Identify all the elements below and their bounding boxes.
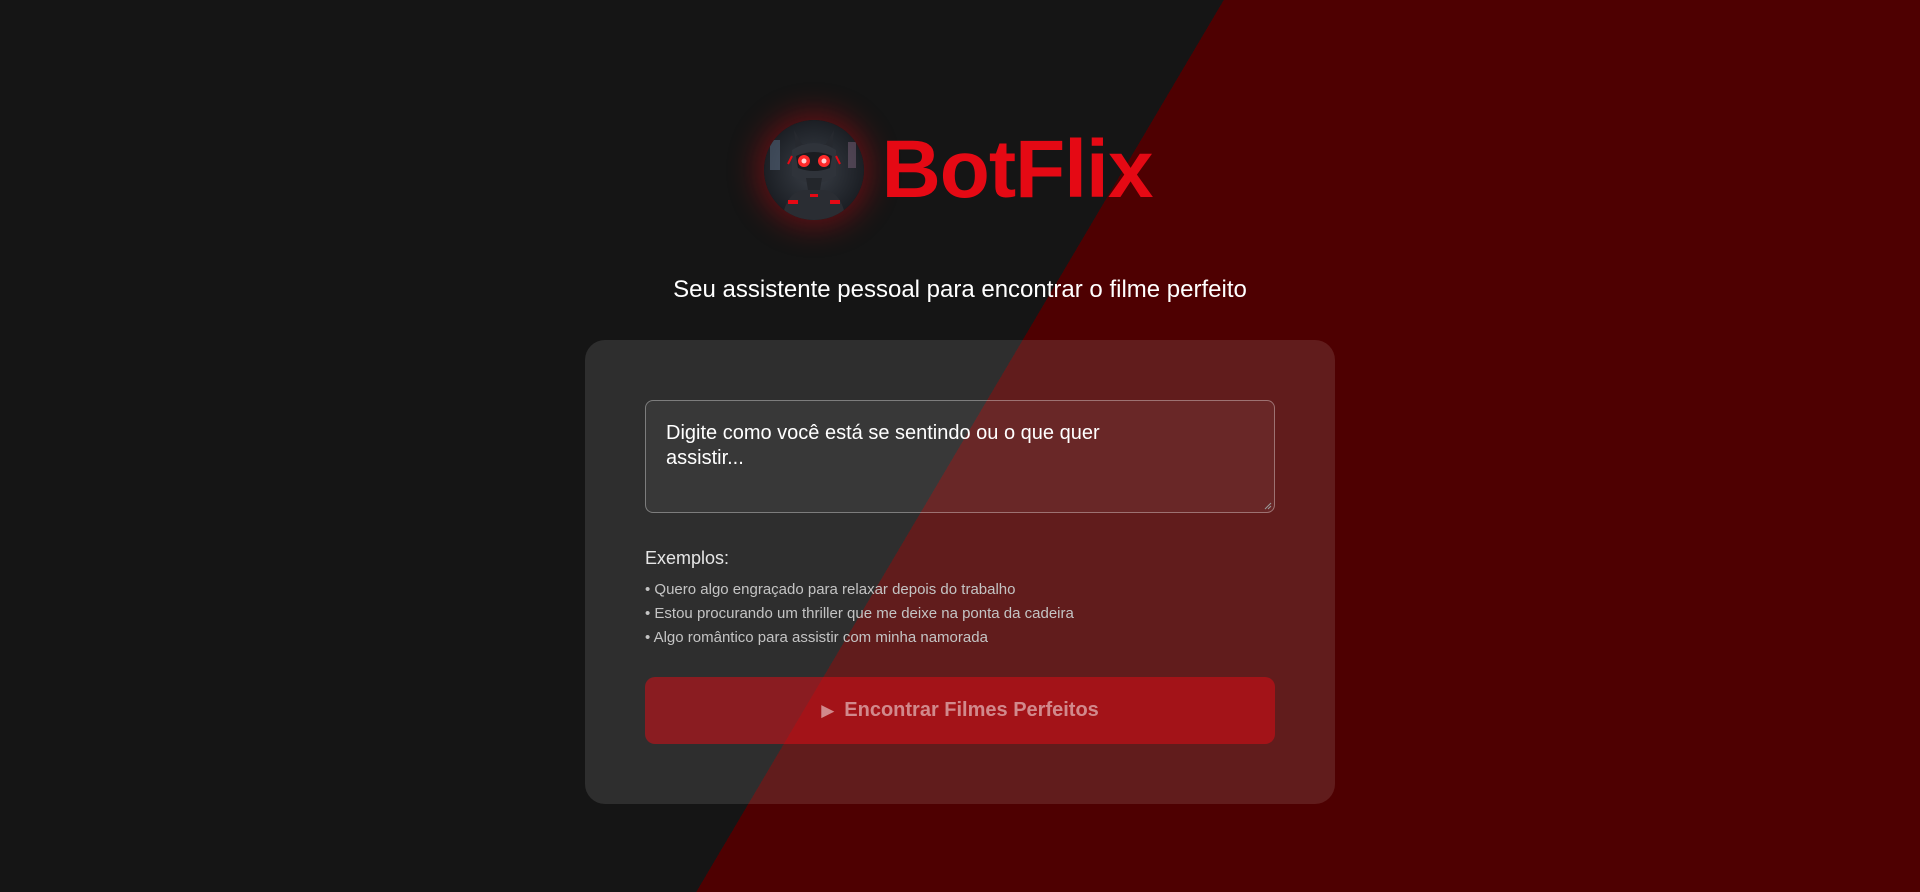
search-card: Digite como você está se sentindo ou o q…	[585, 340, 1335, 804]
find-movies-label: Encontrar Filmes Perfeitos	[844, 699, 1099, 721]
examples-title: Exemplos:	[645, 548, 730, 568]
example-item: • Algo romântico para assistir com minha…	[645, 629, 988, 646]
examples-list: • Quero algo engraçado para relaxar depo…	[645, 578, 1074, 650]
robot-avatar-icon	[763, 120, 864, 220]
subtitle: Seu assistente pessoal para encontrar o …	[673, 276, 1247, 303]
find-movies-button[interactable]: ▶ Encontrar Filmes Perfeitos	[645, 677, 1275, 744]
resize-handle-icon[interactable]	[1262, 500, 1272, 510]
example-item: • Quero algo engraçado para relaxar depo…	[645, 581, 1016, 598]
example-item: • Estou procurando um thriller que me de…	[645, 605, 1074, 622]
mood-textarea[interactable]: Digite como você está se sentindo ou o q…	[645, 400, 1275, 513]
header: BotFlix	[0, 120, 1920, 220]
logo: BotFlix	[763, 120, 1154, 220]
textarea-placeholder: Digite como você está se sentindo ou o q…	[666, 422, 1100, 469]
play-icon: ▶	[821, 700, 835, 720]
brand-title: BotFlix	[881, 124, 1154, 215]
